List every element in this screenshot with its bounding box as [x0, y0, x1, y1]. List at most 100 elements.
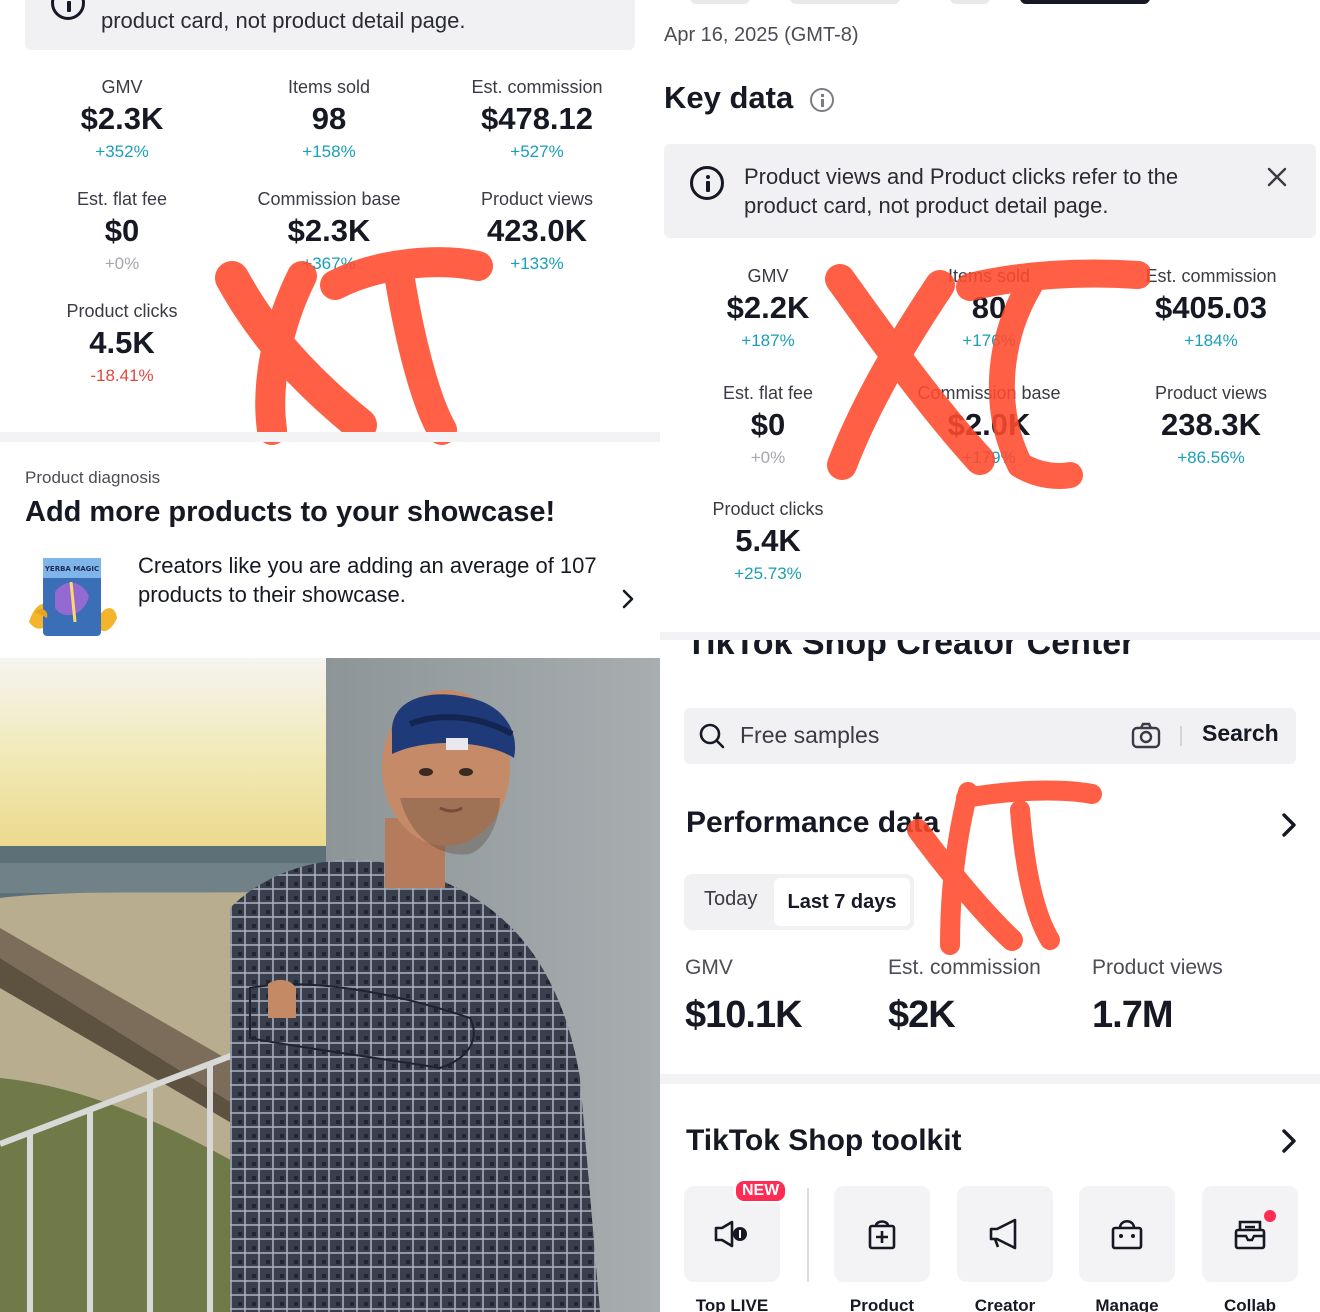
- section-divider: [660, 1074, 1320, 1084]
- performance-data-title[interactable]: Performance data: [686, 806, 939, 840]
- thumbnail-brand-text: YERBA MAGIC: [44, 565, 99, 573]
- section-divider: [660, 632, 1320, 640]
- metric-change: +187%: [741, 331, 795, 350]
- metric-product-clicks: Product clicks 4.5K -18.41%: [22, 299, 222, 389]
- notice-text: Product views and Product clicks refer t…: [744, 164, 1179, 218]
- megaphone-icon: [989, 1218, 1017, 1250]
- perf-metric-gmv: GMV $10.1K: [685, 956, 803, 1037]
- metric-value: $2.3K: [80, 101, 164, 136]
- metric-label: Items sold: [287, 77, 371, 97]
- metric-label: Commission base: [257, 189, 401, 209]
- tool-label: Manage: [1095, 1296, 1159, 1312]
- metric-change: +184%: [1184, 331, 1238, 350]
- perf-metric-value: $2K: [888, 994, 956, 1036]
- metric-change: -18.41%: [90, 366, 154, 385]
- metric-change: +0%: [750, 448, 786, 467]
- metric-label: Product views: [480, 189, 594, 209]
- tool-creator[interactable]: Creator: [957, 1186, 1053, 1312]
- date-tab[interactable]: [950, 0, 990, 4]
- metric-product-clicks: Product clicks 5.4K +25.73%: [668, 497, 868, 587]
- product-thumbnail: YERBA MAGIC: [29, 558, 117, 636]
- info-icon[interactable]: [810, 88, 834, 112]
- divider: [1180, 726, 1182, 746]
- metric-change: +367%: [302, 254, 356, 273]
- metric-est-flat-fee: Est. flat fee $0 +0%: [668, 381, 868, 471]
- metric-change: +25.73%: [734, 564, 802, 583]
- metric-label: Product views: [1154, 383, 1268, 403]
- perf-metric-value: 1.7M: [1092, 994, 1173, 1036]
- metric-commission-base: Commission base $2.3K +367%: [229, 187, 429, 277]
- chevron-right-icon[interactable]: [1276, 810, 1302, 840]
- metric-value: $405.03: [1154, 290, 1268, 325]
- shopping-bag-icon: [1111, 1219, 1143, 1250]
- metric-value: $2.3K: [287, 213, 371, 248]
- toolkit-title[interactable]: TikTok Shop toolkit: [686, 1124, 962, 1158]
- metric-value: 5.4K: [735, 523, 801, 558]
- metric-est-commission: Est. commission $405.03 +184%: [1111, 264, 1311, 354]
- metric-label: Est. flat fee: [722, 383, 814, 403]
- info-notice: product card, not product detail page.: [25, 0, 635, 50]
- metric-product-views: Product views 423.0K +133%: [437, 187, 637, 277]
- metric-label: GMV: [101, 77, 143, 97]
- metric-change: +176%: [962, 331, 1016, 350]
- metric-commission-base: Commission base $2.0K +179%: [889, 381, 1089, 471]
- app-title: TikTok Shop Creator Center: [686, 640, 1135, 662]
- date-tab-selected[interactable]: [1020, 0, 1150, 4]
- metric-items-sold: Items sold 80 +176%: [889, 264, 1089, 354]
- metric-value: $2.2K: [726, 290, 810, 325]
- metric-value: $0: [750, 407, 786, 442]
- metric-label: Product clicks: [66, 301, 178, 321]
- camera-icon[interactable]: [1130, 720, 1162, 752]
- perf-metric-value: $10.1K: [685, 994, 803, 1036]
- notice-text: product card, not product detail page.: [101, 8, 466, 33]
- tool-product[interactable]: Product: [834, 1186, 930, 1312]
- live-icon: [714, 1220, 747, 1248]
- perf-metric-est-commission: Est. commission $2K: [888, 956, 1041, 1037]
- diagnosis-caption: Product diagnosis: [25, 468, 161, 487]
- tool-collab[interactable]: Collab: [1202, 1186, 1298, 1312]
- date-range: Apr 16, 2025 (GMT-8): [664, 24, 859, 46]
- info-icon: [51, 0, 85, 20]
- earnings-panel-1: product card, not product detail page. G…: [0, 0, 660, 658]
- metric-value: 238.3K: [1161, 407, 1261, 442]
- metric-change: +158%: [302, 142, 356, 161]
- metric-label: GMV: [747, 266, 789, 286]
- metric-value: 98: [311, 101, 347, 136]
- metric-label: Est. commission: [471, 77, 603, 97]
- tool-manage[interactable]: Manage: [1079, 1186, 1175, 1312]
- diagnosis-text: Creators like you are adding an average …: [138, 553, 597, 607]
- search-bar[interactable]: Free samples Search: [684, 708, 1296, 764]
- period-toggle: Today Last 7 days: [684, 874, 914, 930]
- metric-change: +86.56%: [1177, 448, 1245, 467]
- section-divider: [0, 432, 660, 442]
- date-tab[interactable]: [790, 0, 900, 4]
- creator-photo: [0, 658, 660, 1312]
- chevron-right-icon[interactable]: [1276, 1126, 1302, 1156]
- metric-change: +527%: [510, 142, 564, 161]
- metric-value: 423.0K: [487, 213, 587, 248]
- metric-value: $0: [104, 213, 140, 248]
- search-input[interactable]: Free samples: [740, 722, 879, 749]
- metric-change: +0%: [104, 254, 140, 273]
- metric-label: Est. commission: [1145, 266, 1277, 286]
- tab-today[interactable]: Today: [704, 888, 757, 911]
- key-data-title: Key data: [664, 80, 794, 115]
- metric-label: Est. flat fee: [76, 189, 168, 209]
- metric-value: 4.5K: [89, 325, 155, 360]
- metric-gmv: GMV $2.3K +352%: [22, 75, 222, 165]
- metric-items-sold: Items sold 98 +158%: [229, 75, 429, 165]
- search-button[interactable]: Search: [1202, 720, 1279, 747]
- info-icon: [690, 166, 724, 200]
- cap-logo: [446, 738, 468, 750]
- chevron-right-icon[interactable]: [615, 586, 641, 612]
- date-tab[interactable]: [690, 0, 750, 4]
- tab-last-7-days[interactable]: Last 7 days: [774, 878, 910, 926]
- metric-change: +133%: [510, 254, 564, 273]
- close-icon[interactable]: [1264, 164, 1290, 190]
- tool-label: Creator: [974, 1296, 1036, 1312]
- metric-label: Product clicks: [712, 499, 824, 519]
- perf-metric-label: Est. commission: [888, 956, 1041, 979]
- metric-label: Commission base: [917, 383, 1061, 403]
- notification-dot: [1264, 1210, 1276, 1222]
- diagnosis-headline: Add more products to your showcase!: [25, 496, 556, 528]
